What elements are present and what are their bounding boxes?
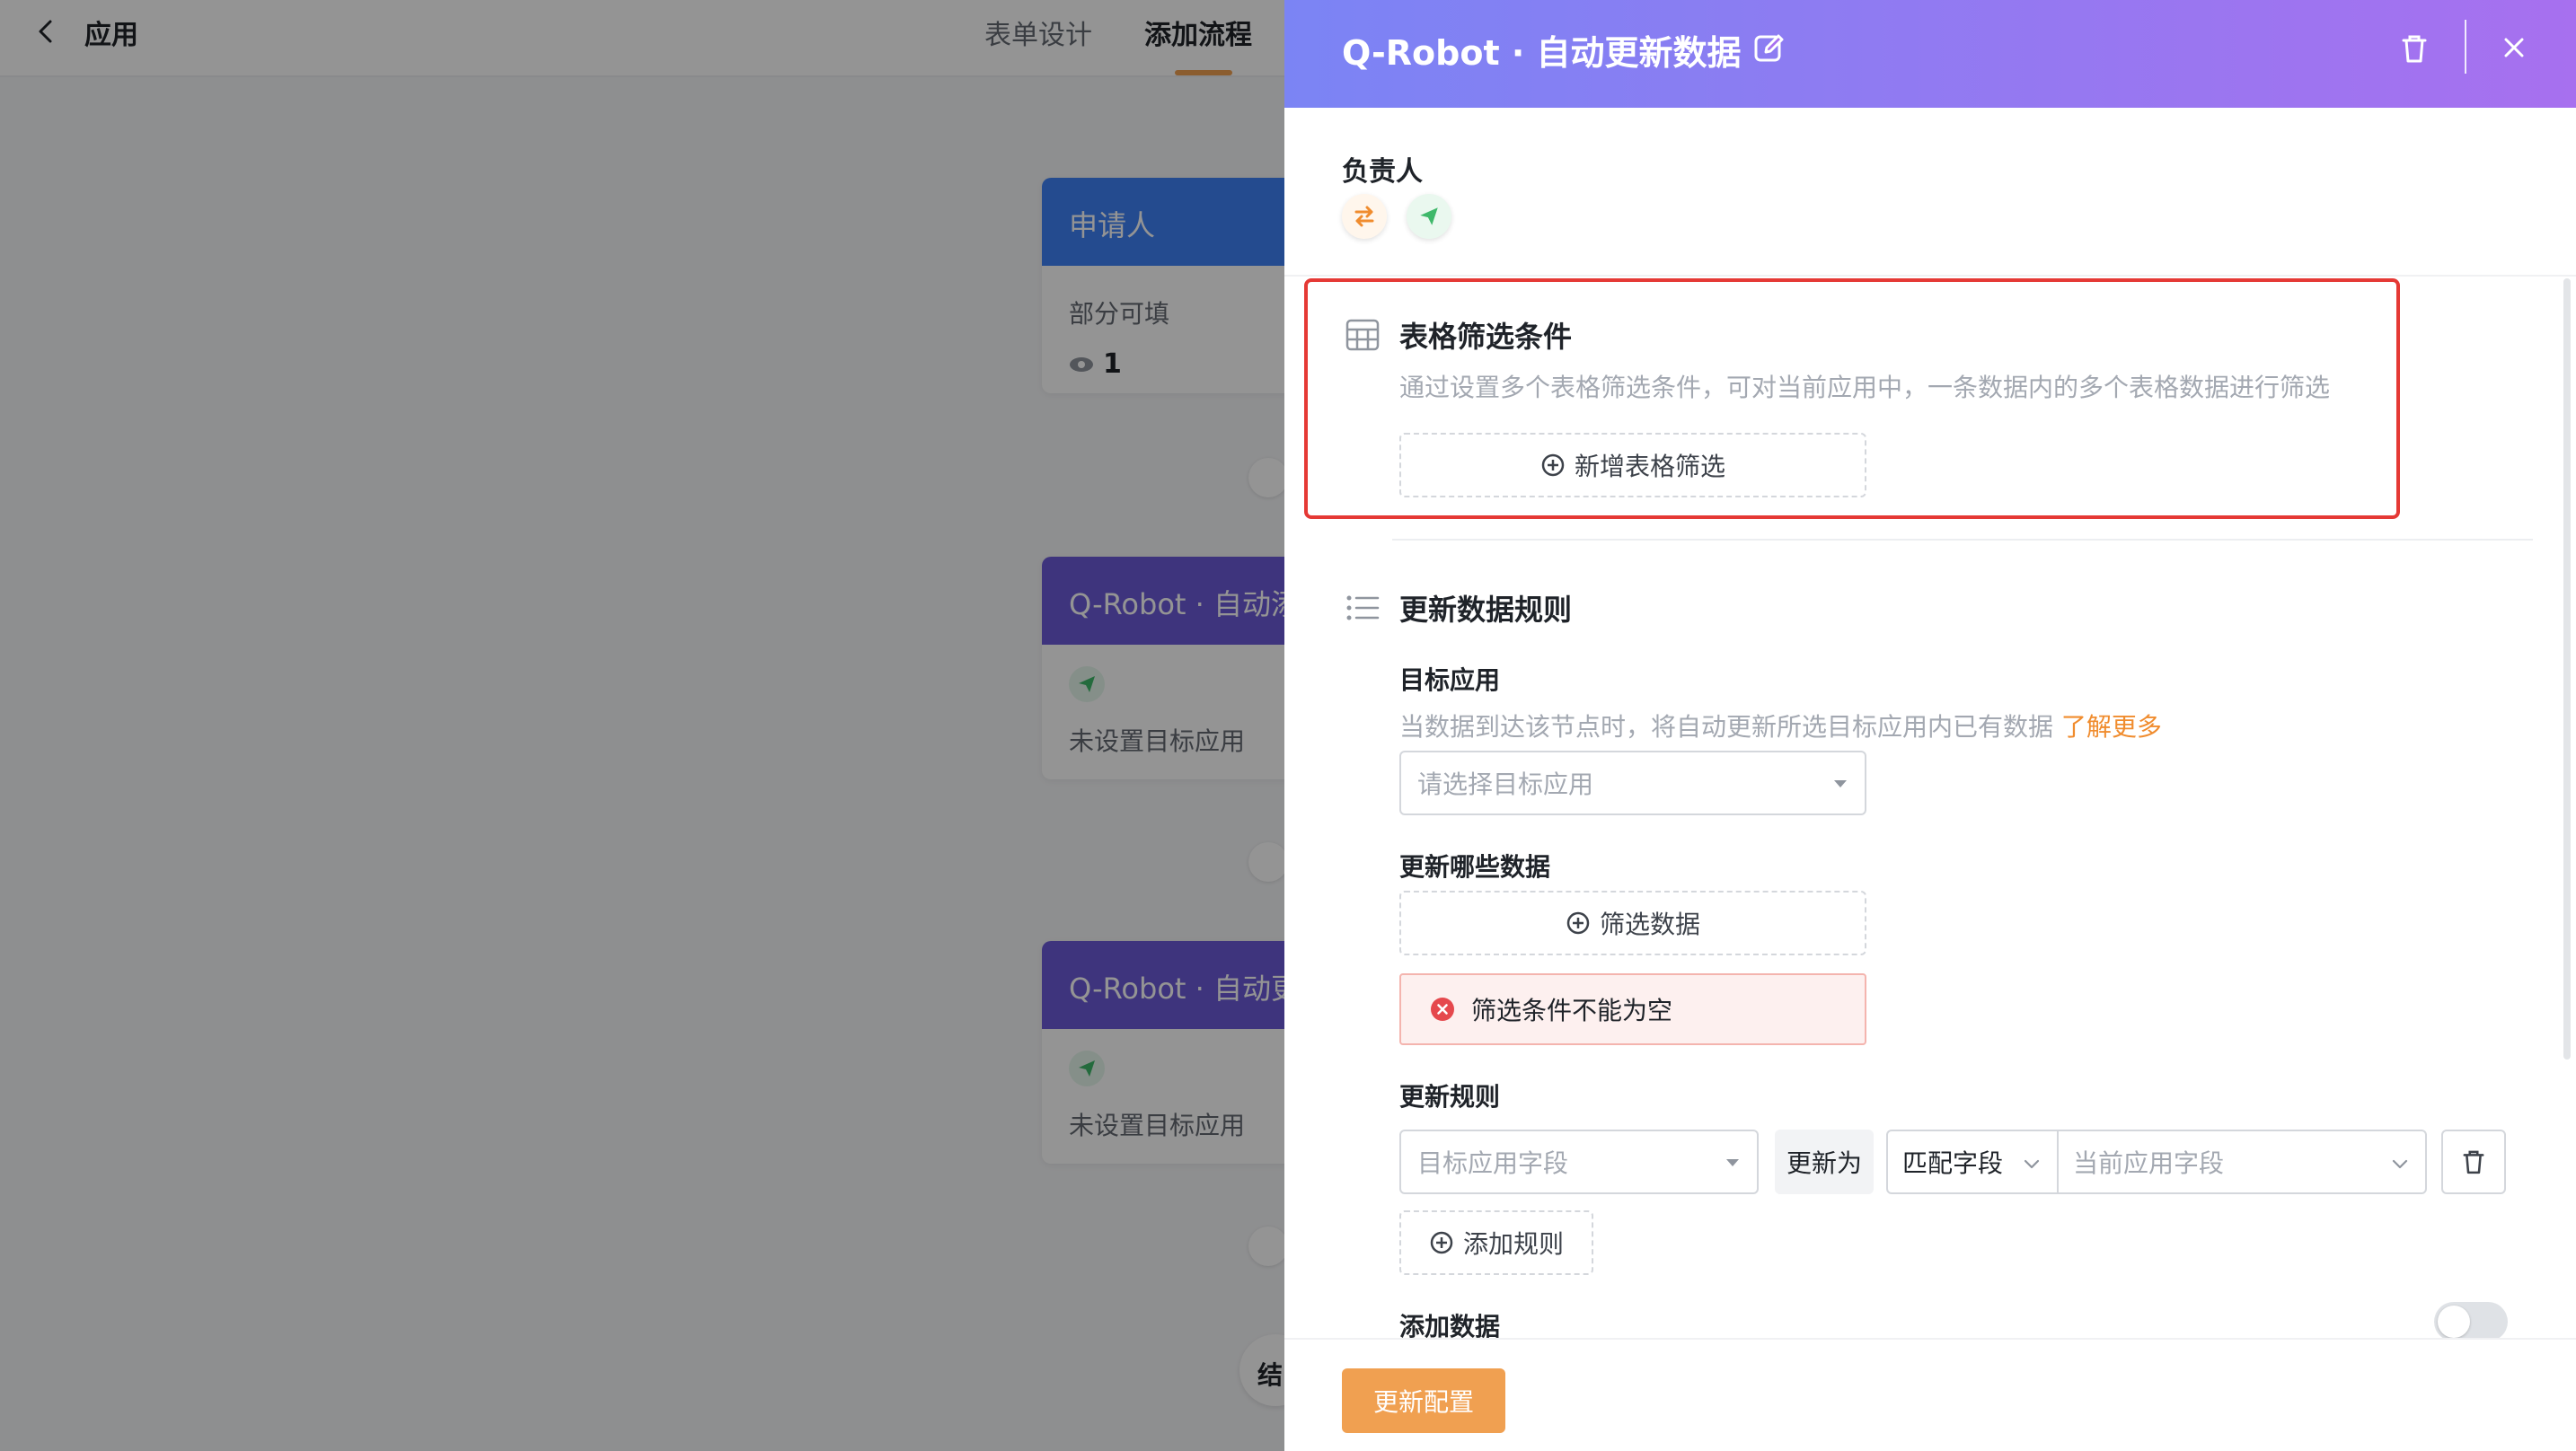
add-rule-button[interactable]: 添加规则 [1399,1210,1593,1275]
trash-icon[interactable] [2396,31,2432,66]
plus-circle-icon [1541,453,1565,477]
drawer-title: Q-Robot · 自动更新数据 [1342,33,1742,73]
toggle-knob [2438,1306,2470,1338]
drawer-scrollbar[interactable] [2563,278,2571,1060]
modal-overlay[interactable] [0,0,1284,1451]
update-config-button[interactable]: 更新配置 [1342,1368,1505,1433]
match-type-select[interactable]: 匹配字段 [1886,1130,2059,1194]
chevron-down-icon [2392,1159,2408,1169]
target-app-description: 当数据到达该节点时，将自动更新所选目标应用内已有数据 了解更多 [1399,708,2162,743]
caret-down-icon [1834,780,1847,787]
current-field-placeholder: 当前应用字段 [2073,1148,2225,1178]
plus-circle-icon [1566,911,1590,935]
table-icon [1345,319,1380,351]
target-app-placeholder: 请选择目标应用 [1417,769,1594,799]
add-table-filter-label: 新增表格筛选 [1574,452,1725,481]
match-type-value: 匹配字段 [1902,1148,2004,1178]
which-data-label: 更新哪些数据 [1399,852,1551,882]
error-icon [1431,998,1454,1021]
update-rule-label: 更新规则 [1399,1082,1501,1112]
learn-more-link[interactable]: 了解更多 [2061,712,2162,742]
table-filter-title: 表格筛选条件 [1399,320,1573,354]
filter-error-alert: 筛选条件不能为空 [1399,973,1866,1045]
edit-icon[interactable] [1751,31,1787,66]
plus-circle-icon [1430,1231,1453,1254]
current-field-select[interactable]: 当前应用字段 [2057,1130,2427,1194]
add-data-toggle[interactable] [2434,1302,2508,1341]
error-text: 筛选条件不能为空 [1471,996,1673,1025]
target-field-placeholder: 目标应用字段 [1417,1148,1569,1178]
owner-label: 负责人 [1342,156,1423,188]
update-to-tag: 更新为 [1775,1130,1874,1194]
caret-down-icon [1726,1159,1739,1166]
update-rule-section-title: 更新数据规则 [1399,593,1573,627]
divider [1392,539,2533,541]
trash-icon [2463,1150,2484,1174]
close-icon[interactable] [2497,31,2531,65]
target-app-description-text: 当数据到达该节点时，将自动更新所选目标应用内已有数据 [1399,712,2054,742]
robot-config-drawer: Q-Robot · 自动更新数据 负责人 表格筛选条件 通过设置多个表格筛选条件… [1284,0,2576,1451]
list-icon [1346,595,1380,620]
filter-data-button[interactable]: 筛选数据 [1399,891,1866,955]
swap-icon[interactable] [1342,194,1387,239]
target-field-select[interactable]: 目标应用字段 [1399,1130,1759,1194]
filter-data-label: 筛选数据 [1599,910,1700,939]
add-table-filter-button[interactable]: 新增表格筛选 [1399,433,1866,497]
divider [1284,275,2576,277]
table-filter-description: 通过设置多个表格筛选条件，可对当前应用中，一条数据内的多个表格数据进行筛选 [1399,373,2331,402]
header-divider [2465,20,2466,74]
send-icon[interactable] [1407,194,1451,239]
drawer-footer: 更新配置 [1284,1338,2576,1451]
add-rule-label: 添加规则 [1462,1229,1564,1259]
delete-rule-button[interactable] [2441,1130,2506,1194]
drawer-header: Q-Robot · 自动更新数据 [1284,0,2576,108]
target-app-label: 目标应用 [1399,665,1501,695]
target-app-select[interactable]: 请选择目标应用 [1399,751,1866,815]
chevron-down-icon [2024,1159,2040,1169]
